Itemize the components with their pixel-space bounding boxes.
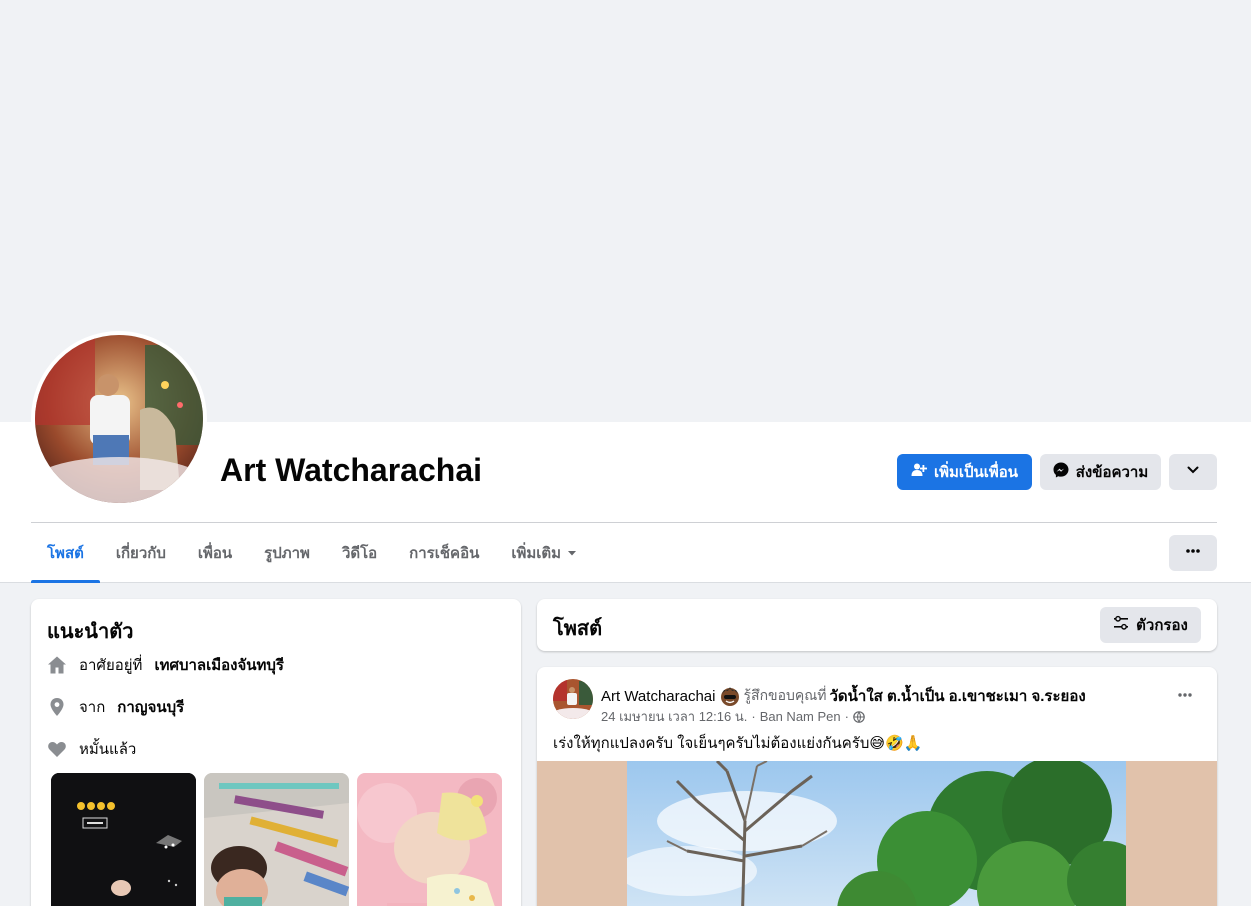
featured-photo[interactable] xyxy=(204,773,349,906)
tab-label: เพิ่มเติม xyxy=(511,545,562,562)
profile-options-dropdown[interactable] xyxy=(1169,454,1217,490)
tab-label: การเช็คอิน xyxy=(409,545,480,562)
avatar xyxy=(35,335,203,503)
featured-photos xyxy=(51,773,502,906)
caret-down-icon xyxy=(567,545,577,562)
featured-photo[interactable] xyxy=(357,773,502,906)
add-friend-button[interactable]: เพิ่มเป็นเพื่อน xyxy=(897,454,1032,490)
tab-videos[interactable]: วิดีโอ xyxy=(326,523,393,583)
post-location[interactable]: Ban Nam Pen xyxy=(760,709,841,724)
more-dots-icon xyxy=(1177,687,1193,708)
post-card: Art Watcharachai รู้สึกขอบคุณที่ วัดน้ำใ… xyxy=(537,667,1217,906)
tab-label: วิดีโอ xyxy=(341,545,378,562)
more-options-button[interactable] xyxy=(1169,535,1217,571)
meta-separator: · xyxy=(751,709,756,724)
heart-icon xyxy=(47,739,67,759)
post-feeling: รู้สึกขอบคุณที่ xyxy=(743,687,827,703)
filter-label: ตัวกรอง xyxy=(1136,617,1188,634)
more-dots-icon xyxy=(1185,543,1201,563)
profile-name: Art Watcharachai xyxy=(220,452,482,488)
message-button[interactable]: ส่งข้อความ xyxy=(1040,454,1161,490)
tab-posts[interactable]: โพสต์ xyxy=(31,523,100,583)
chevron-down-icon xyxy=(1186,463,1200,481)
post-author-avatar[interactable] xyxy=(553,679,593,719)
posts-title: โพสต์ xyxy=(553,618,603,640)
profile-picture[interactable] xyxy=(31,331,207,507)
tab-label: เกี่ยวกับ xyxy=(115,545,166,562)
feeling-emoji-icon xyxy=(719,685,741,707)
home-icon xyxy=(47,655,67,675)
intro-lives-in: อาศัยอยู่ที่ เทศบาลเมืองจันทบุรี xyxy=(47,653,284,677)
meta-separator: · xyxy=(844,709,849,724)
tab-about[interactable]: เกี่ยวกับ xyxy=(100,523,182,583)
tab-photos[interactable]: รูปภาพ xyxy=(248,523,326,583)
tab-more[interactable]: เพิ่มเติม xyxy=(495,523,593,583)
lives-prefix: อาศัยอยู่ที่ xyxy=(79,657,143,674)
relationship-status: หมั้นแล้ว xyxy=(79,741,137,758)
intro-title: แนะนำตัว xyxy=(47,621,134,643)
profile-tabs: โพสต์ เกี่ยวกับ เพื่อน รูปภาพ วิดีโอ การ… xyxy=(31,523,593,583)
lives-value[interactable]: เทศบาลเมืองจันทบุรี xyxy=(154,653,284,677)
post-date[interactable]: 24 เมษายน เวลา 12:16 น. xyxy=(601,706,747,727)
cover-photo[interactable] xyxy=(0,0,1251,422)
tab-friends[interactable]: เพื่อน xyxy=(182,523,248,583)
post-meta: 24 เมษายน เวลา 12:16 น. · Ban Nam Pen · xyxy=(601,706,865,727)
tab-label: โพสต์ xyxy=(47,545,84,562)
post-media[interactable] xyxy=(537,761,1217,906)
featured-photo[interactable] xyxy=(51,773,196,906)
globe-icon[interactable] xyxy=(853,710,865,723)
tab-label: รูปภาพ xyxy=(264,545,310,562)
intro-from: จาก กาญจนบุรี xyxy=(47,695,184,719)
message-label: ส่งข้อความ xyxy=(1075,464,1149,481)
post-options-button[interactable] xyxy=(1169,681,1201,713)
post-place[interactable]: วัดน้ำใส ต.น้ำเป็น อ.เขาชะเมา จ.ระยอง xyxy=(830,684,1086,708)
post-header-line: Art Watcharachai รู้สึกขอบคุณที่ วัดน้ำใ… xyxy=(601,684,1086,708)
person-plus-icon xyxy=(911,462,927,482)
intro-relationship: หมั้นแล้ว xyxy=(47,737,136,761)
tab-checkins[interactable]: การเช็คอิน xyxy=(393,523,495,583)
messenger-icon xyxy=(1053,462,1069,482)
from-prefix: จาก xyxy=(79,699,106,716)
post-author-name[interactable]: Art Watcharachai xyxy=(601,688,716,705)
location-pin-icon xyxy=(47,697,67,717)
posts-header-card: โพสต์ ตัวกรอง xyxy=(537,599,1217,651)
filter-button[interactable]: ตัวกรอง xyxy=(1100,607,1201,643)
add-friend-label: เพิ่มเป็นเพื่อน xyxy=(933,464,1019,481)
filter-icon xyxy=(1113,615,1129,635)
post-text: เร่งให้ทุกแปลงครับ ใจเย็นๆครับไม่ต้องแย่… xyxy=(553,735,923,752)
intro-card: แนะนำตัว อาศัยอยู่ที่ เทศบาลเมืองจันทบุร… xyxy=(31,599,521,906)
from-value[interactable]: กาญจนบุรี xyxy=(117,695,184,719)
post-photo[interactable] xyxy=(627,761,1126,906)
tab-label: เพื่อน xyxy=(197,545,233,562)
